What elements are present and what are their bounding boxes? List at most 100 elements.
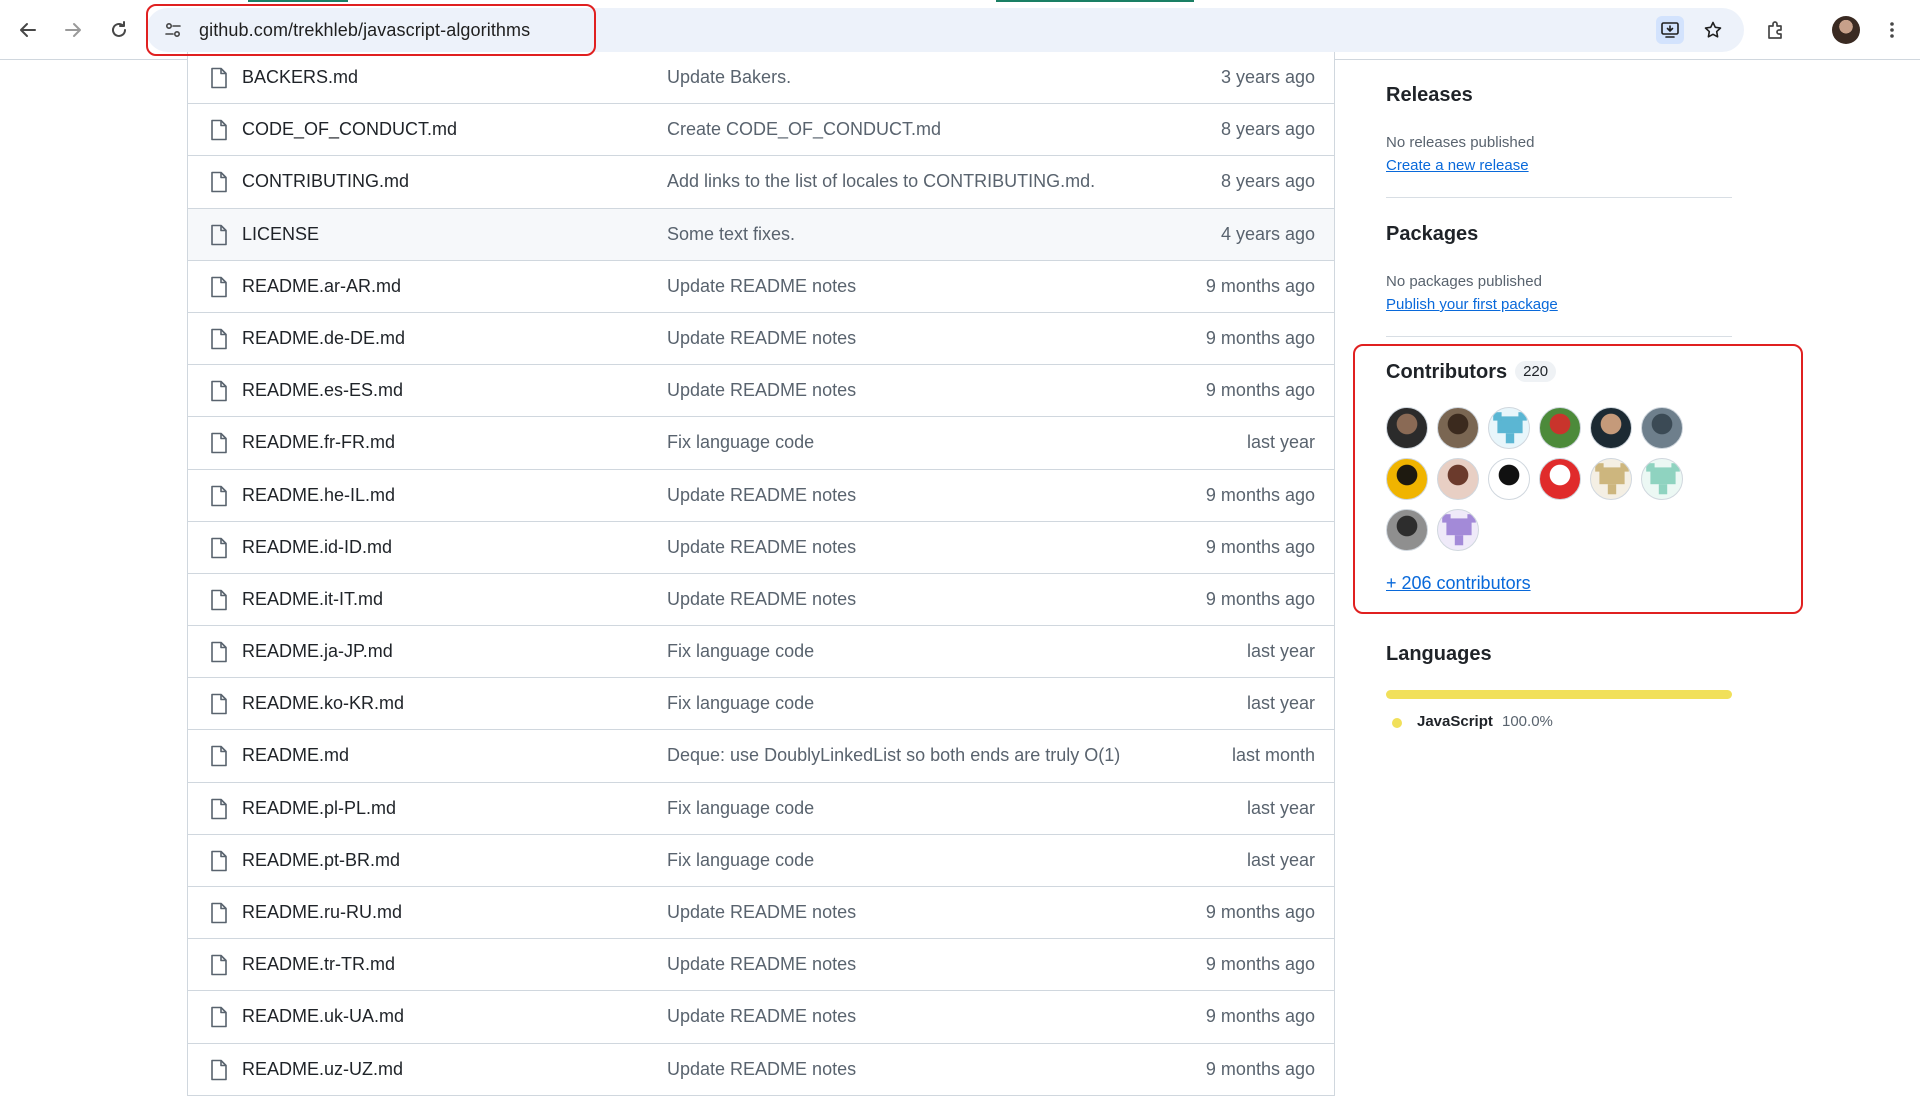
file-name-link[interactable]: README.pl-PL.md <box>242 798 396 819</box>
file-name-link[interactable]: README.uk-UA.md <box>242 1006 404 1027</box>
commit-message-link[interactable]: Update README notes <box>667 954 856 975</box>
extensions-button[interactable] <box>1760 14 1792 46</box>
file-name-link[interactable]: README.ko-KR.md <box>242 693 404 714</box>
forward-button[interactable] <box>57 14 89 46</box>
file-name-link[interactable]: README.uz-UZ.md <box>242 1059 403 1080</box>
contributor-avatar[interactable] <box>1386 407 1428 449</box>
file-name-link[interactable]: README.tr-TR.md <box>242 954 395 975</box>
commit-message-link[interactable]: Deque: use DoublyLinkedList so both ends… <box>667 745 1120 766</box>
file-name-link[interactable]: README.de-DE.md <box>242 328 405 349</box>
commit-message-link[interactable]: Update Bakers. <box>667 67 791 88</box>
file-icon <box>211 954 227 976</box>
file-row[interactable]: README.tr-TR.md Update README notes 9 mont… <box>188 939 1334 992</box>
file-row[interactable]: README.it-IT.md Update README notes 9 mont… <box>188 573 1334 627</box>
file-name-link[interactable]: README.ja-JP.md <box>242 641 393 662</box>
file-name-link[interactable]: README.id-ID.md <box>242 537 392 558</box>
profile-avatar[interactable] <box>1832 16 1860 44</box>
file-row[interactable]: README.pt-BR.md Fix language code last yea… <box>188 834 1334 887</box>
site-info-icon[interactable] <box>162 19 184 41</box>
file-row[interactable]: CODE_OF_CONDUCT.md Create CODE_OF_CONDUCT… <box>188 104 1334 157</box>
language-name[interactable]: JavaScript <box>1417 713 1493 730</box>
address-bar[interactable]: github.com/trekhleb/javascript-algorithm… <box>146 8 1744 52</box>
commit-message-link[interactable]: Create CODE_OF_CONDUCT.md <box>667 119 941 140</box>
contributor-avatar[interactable] <box>1641 458 1683 500</box>
reload-button[interactable] <box>103 14 135 46</box>
contributor-avatar[interactable] <box>1488 458 1530 500</box>
contributor-avatar[interactable] <box>1539 407 1581 449</box>
commit-message-link[interactable]: Fix language code <box>667 641 814 662</box>
commit-time: 9 months ago <box>1205 588 1315 609</box>
commit-message-link[interactable]: Update README notes <box>667 380 856 401</box>
file-row[interactable]: README.ar-AR.md Update README notes 9 mont… <box>188 260 1334 313</box>
commit-message-link[interactable]: Update README notes <box>667 902 856 923</box>
file-row[interactable]: README.ko-KR.md Fix language code last yea… <box>188 678 1334 731</box>
contributor-avatar[interactable] <box>1641 407 1683 449</box>
commit-message-link[interactable]: Update README notes <box>667 276 856 297</box>
browser-menu-button[interactable] <box>1876 14 1908 46</box>
file-row[interactable]: BACKERS.md Update Bakers. 3 years ago <box>188 52 1334 105</box>
contributors-title[interactable]: Contributors <box>1386 361 1507 383</box>
contributor-avatar[interactable] <box>1386 458 1428 500</box>
file-row[interactable]: README.pl-PL.md Fix language code last yea… <box>188 782 1334 835</box>
commit-message-link[interactable]: Fix language code <box>667 693 814 714</box>
contributor-avatar[interactable] <box>1590 407 1632 449</box>
commit-message-link[interactable]: Some text fixes. <box>667 224 795 245</box>
contributors-header[interactable]: Contributors 220 <box>1386 361 1557 384</box>
commit-message-link[interactable]: Fix language code <box>667 432 814 453</box>
commit-message-link[interactable]: Update README notes <box>667 485 856 506</box>
back-button[interactable] <box>12 14 44 46</box>
contributor-avatar[interactable] <box>1539 458 1581 500</box>
file-name-link[interactable]: README.ar-AR.md <box>242 276 401 297</box>
create-release-link[interactable]: Create a new release <box>1386 157 1529 174</box>
file-name-link[interactable]: README.it-IT.md <box>242 589 383 610</box>
more-contributors-link[interactable]: + 206 contributors <box>1386 573 1531 594</box>
commit-time: 9 months ago <box>1205 1058 1315 1079</box>
file-row[interactable]: README.md Deque: use DoublyLinkedList so … <box>188 730 1334 783</box>
contributor-avatar[interactable] <box>1488 407 1530 449</box>
file-row[interactable]: README.id-ID.md Update README notes 9 mont… <box>188 521 1334 574</box>
browser-toolbar: github.com/trekhleb/javascript-algorithm… <box>0 0 1920 60</box>
install-app-icon[interactable] <box>1656 16 1684 44</box>
commit-message-link[interactable]: Fix language code <box>667 850 814 871</box>
contributor-avatar[interactable] <box>1590 458 1632 500</box>
file-icon <box>211 119 227 141</box>
file-name-link[interactable]: README.pt-BR.md <box>242 850 400 871</box>
bookmark-star-icon[interactable] <box>1699 16 1727 44</box>
file-icon <box>211 902 227 924</box>
file-name-link[interactable]: BACKERS.md <box>242 67 358 88</box>
file-row[interactable]: README.he-IL.md Update README notes 9 mont… <box>188 469 1334 522</box>
file-row[interactable]: CONTRIBUTING.md Add links to the list of … <box>188 156 1334 209</box>
file-row[interactable]: README.uz-UZ.md Update README notes 9 mont… <box>188 1043 1334 1096</box>
commit-message-link[interactable]: Update README notes <box>667 537 856 558</box>
contributor-avatar[interactable] <box>1386 509 1428 551</box>
file-name-link[interactable]: README.he-IL.md <box>242 485 395 506</box>
file-name-link[interactable]: README.md <box>242 745 349 766</box>
file-name-link[interactable]: LICENSE <box>242 224 319 245</box>
file-row[interactable]: LICENSE Some text fixes. 4 years ago <box>188 208 1334 261</box>
url-text[interactable]: github.com/trekhleb/javascript-algorithm… <box>199 20 530 41</box>
contributor-avatar[interactable] <box>1437 407 1479 449</box>
file-row[interactable]: README.fr-FR.md Fix language code last yea… <box>188 417 1334 470</box>
file-row[interactable]: README.es-ES.md Update README notes 9 mont… <box>188 365 1334 418</box>
contributor-avatar[interactable] <box>1437 509 1479 551</box>
file-row[interactable]: README.uk-UA.md Update README notes 9 mont… <box>188 991 1334 1044</box>
commit-time: 8 years ago <box>1220 171 1315 192</box>
file-row[interactable]: README.ru-RU.md Update README notes 9 mont… <box>188 887 1334 940</box>
file-row[interactable]: README.ja-JP.md Fix language code last yea… <box>188 626 1334 679</box>
contributor-avatar[interactable] <box>1437 458 1479 500</box>
commit-message-link[interactable]: Update README notes <box>667 1006 856 1027</box>
commit-message-link[interactable]: Add links to the list of locales to CONT… <box>667 171 1095 192</box>
commit-message-link[interactable]: Update README notes <box>667 1059 856 1080</box>
file-name-link[interactable]: CONTRIBUTING.md <box>242 171 409 192</box>
commit-message-link[interactable]: Update README notes <box>667 328 856 349</box>
file-icon <box>211 485 227 506</box>
commit-message-link[interactable]: Update README notes <box>667 589 856 610</box>
file-name-link[interactable]: README.fr-FR.md <box>242 432 395 453</box>
divider <box>1386 336 1732 337</box>
file-name-link[interactable]: README.es-ES.md <box>242 380 403 401</box>
file-name-link[interactable]: CODE_OF_CONDUCT.md <box>242 119 457 140</box>
publish-package-link[interactable]: Publish your first package <box>1386 296 1558 313</box>
file-name-link[interactable]: README.ru-RU.md <box>242 902 402 923</box>
commit-message-link[interactable]: Fix language code <box>667 798 814 819</box>
file-row[interactable]: README.de-DE.md Update README notes 9 mont… <box>188 312 1334 366</box>
